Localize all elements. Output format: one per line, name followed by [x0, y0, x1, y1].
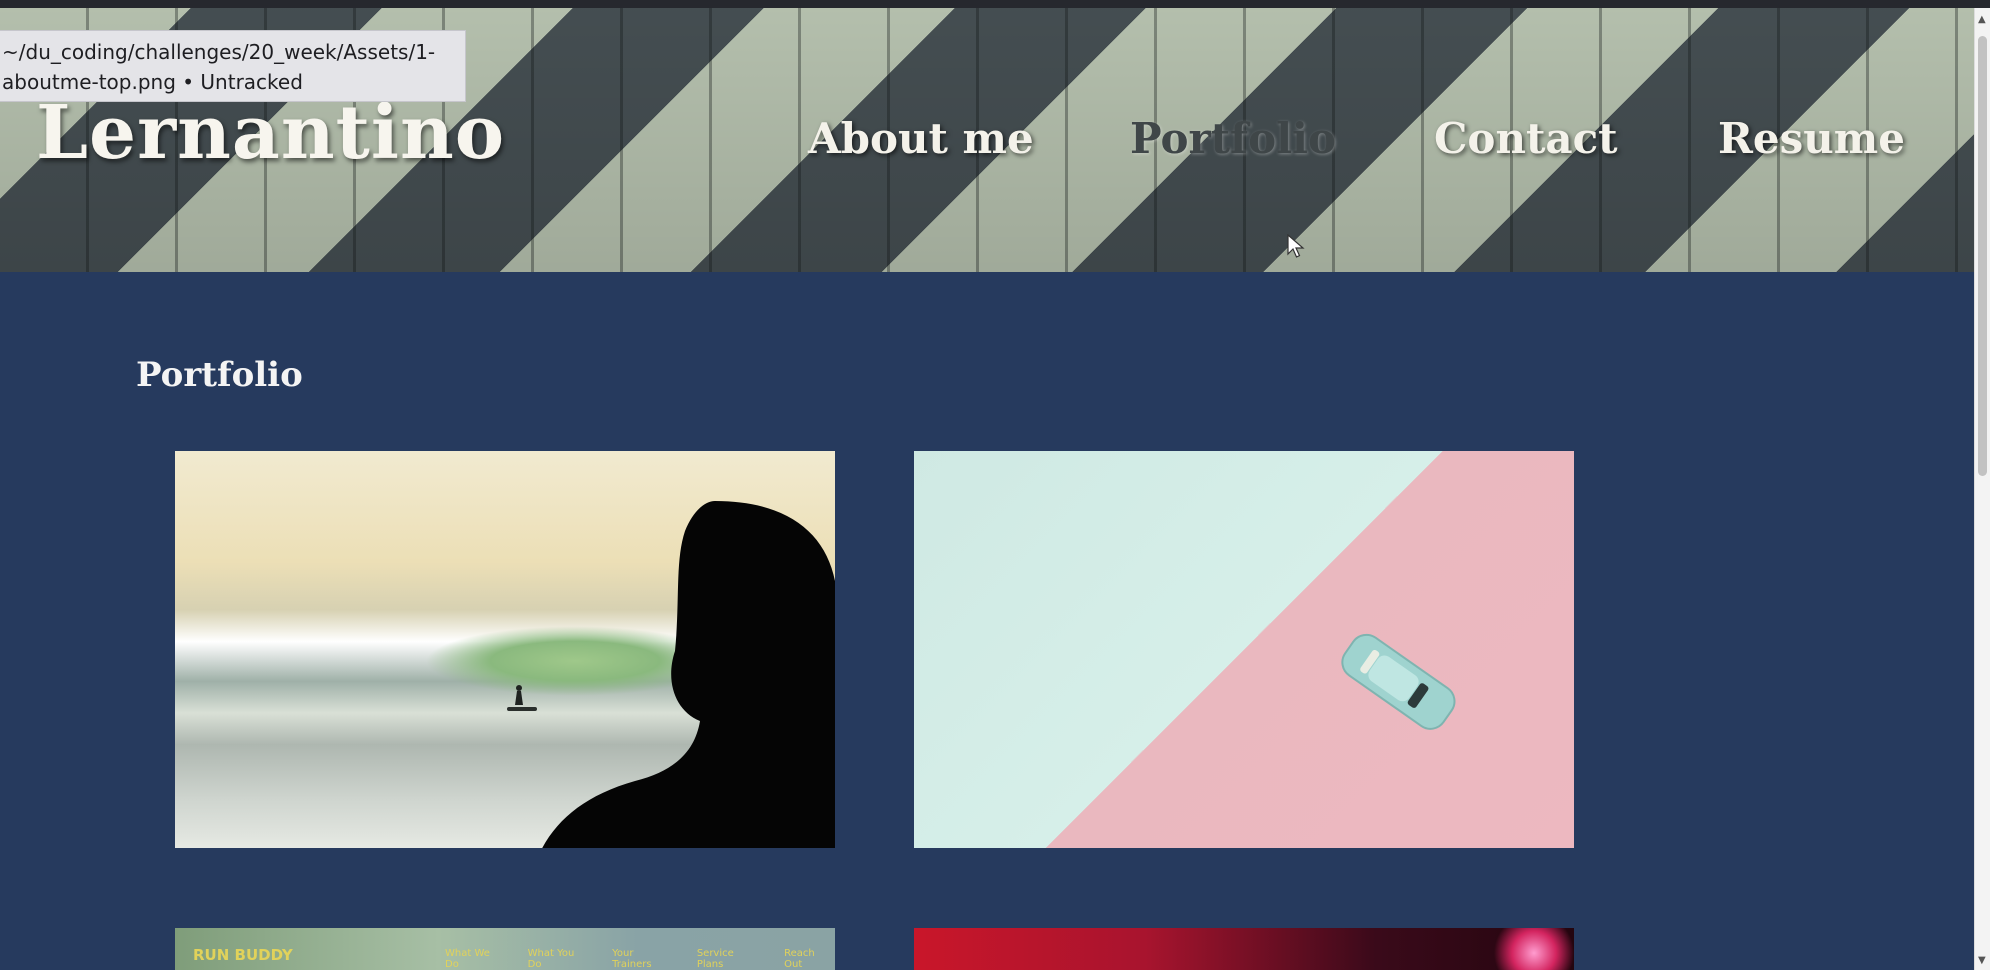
red-lights-photo-background [914, 928, 1574, 970]
scroll-up-arrow-icon[interactable]: ▲ [1978, 14, 1986, 25]
vertical-scrollbar[interactable]: ▲ ▼ [1974, 8, 1990, 970]
portfolio-card-toy-car[interactable] [914, 451, 1574, 848]
tooltip-line-2: aboutme-top.png • Untracked [2, 70, 303, 94]
toy-car-figure [1341, 633, 1456, 730]
portfolio-card-red-lights[interactable] [914, 928, 1574, 970]
run-buddy-nav-item: Service Plans [696, 948, 734, 970]
file-path-tooltip: ~/du_coding/challenges/20_week/Assets/1-… [0, 30, 466, 102]
portfolio-heading: Portfolio [136, 355, 303, 395]
mouse-pointer-icon [1287, 234, 1305, 258]
run-buddy-nav-item: Reach Out [784, 948, 815, 970]
nav-portfolio[interactable]: Portfolio [1130, 118, 1336, 160]
run-buddy-nav-item: What We Do [445, 948, 490, 970]
toy-car-photo-background [914, 451, 1574, 848]
page-viewport: Lernantino About me Portfolio Contact Re… [0, 8, 1974, 970]
portfolio-card-surfer[interactable] [175, 451, 835, 848]
person-silhouette [542, 501, 835, 848]
nav-contact[interactable]: Contact [1434, 118, 1618, 160]
nav-resume[interactable]: Resume [1718, 118, 1905, 160]
run-buddy-brand: RUN BUDDY [193, 946, 293, 964]
run-buddy-nav-item: What You Do [527, 948, 575, 970]
window-top-bar [0, 0, 1990, 8]
portfolio-card-run-buddy[interactable]: RUN BUDDY What We Do What You Do Your Tr… [175, 928, 835, 970]
scroll-down-arrow-icon[interactable]: ▼ [1978, 955, 1986, 966]
scrollbar-thumb[interactable] [1978, 36, 1987, 476]
run-buddy-nav-item: Your Trainers [612, 948, 652, 970]
run-buddy-nav: What We Do What You Do Your Trainers Ser… [445, 948, 835, 970]
nav-about-me[interactable]: About me [808, 118, 1034, 160]
tooltip-line-1: ~/du_coding/challenges/20_week/Assets/1- [2, 40, 436, 64]
site-logo[interactable]: Lernantino [36, 96, 505, 170]
